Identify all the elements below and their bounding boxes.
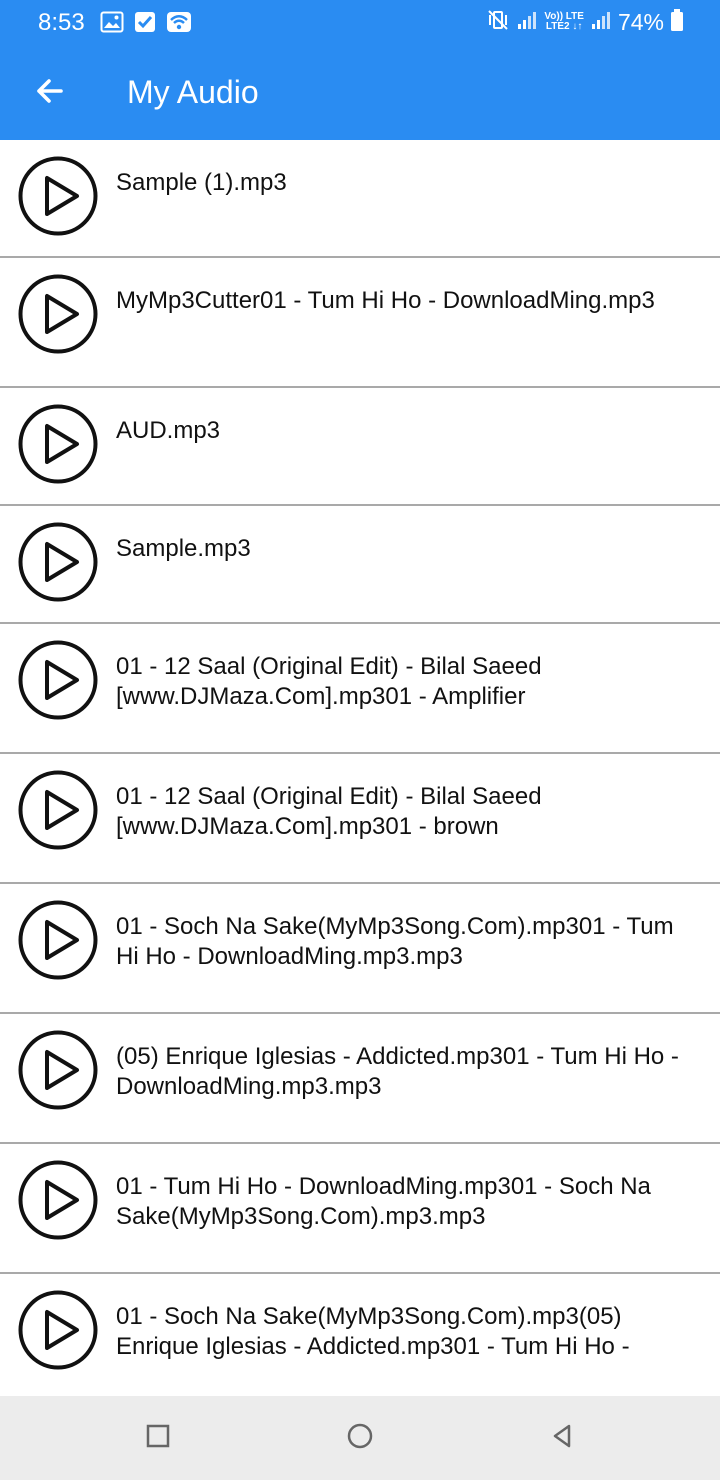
audio-list-item[interactable]: MyMp3Cutter01 - Tum Hi Ho - DownloadMing… (0, 258, 720, 388)
audio-list-item[interactable]: Sample.mp3 (0, 506, 720, 624)
mute-vibrate-icon (486, 8, 510, 37)
audio-file-name: Sample (1).mp3 (116, 169, 287, 196)
audio-list-item[interactable]: 01 - 12 Saal (Original Edit) - Bilal Sae… (0, 754, 720, 884)
app-bar: My Audio (0, 46, 720, 140)
audio-file-name: 01 - 12 Saal (Original Edit) - Bilal Sae… (116, 783, 542, 840)
audio-file-name: MyMp3Cutter01 - Tum Hi Ho - DownloadMing… (116, 287, 655, 314)
checkbox-icon (134, 11, 156, 38)
back-icon (549, 1423, 575, 1454)
play-icon[interactable] (18, 274, 98, 354)
network-label-bottom: LTE2 ↓↑ (545, 21, 583, 32)
audio-file-name: 01 - Tum Hi Ho - DownloadMing.mp301 - So… (116, 1173, 651, 1230)
play-icon[interactable] (18, 1030, 98, 1110)
signal-icon (516, 9, 538, 36)
arrow-left-icon (33, 75, 65, 112)
home-icon (346, 1422, 374, 1455)
audio-list-item[interactable]: 01 - 12 Saal (Original Edit) - Bilal Sae… (0, 624, 720, 754)
status-bar: 8:53 Vo)) LTE LTE2 ↓↑ 74% (0, 0, 720, 46)
play-icon[interactable] (18, 1160, 98, 1240)
wifi-icon (166, 11, 192, 38)
audio-file-name: (05) Enrique Iglesias - Addicted.mp301 -… (116, 1043, 679, 1100)
status-time: 8:53 (38, 9, 85, 36)
audio-file-name: 01 - 12 Saal (Original Edit) - Bilal Sae… (116, 653, 542, 710)
audio-list-item[interactable]: 01 - Soch Na Sake(MyMp3Song.Com).mp301 -… (0, 884, 720, 1014)
signal-icon (590, 9, 612, 36)
status-left-icons (100, 11, 192, 38)
play-icon[interactable] (18, 1290, 98, 1370)
page-title: My Audio (127, 74, 259, 110)
play-icon[interactable] (18, 404, 98, 484)
image-icon (100, 11, 124, 38)
status-right: Vo)) LTE LTE2 ↓↑ 74% (486, 7, 684, 37)
audio-file-name: 01 - Soch Na Sake(MyMp3Song.Com).mp3(05)… (116, 1303, 630, 1360)
audio-list-item[interactable]: 01 - Soch Na Sake(MyMp3Song.Com).mp3(05)… (0, 1274, 720, 1396)
play-icon[interactable] (18, 770, 98, 850)
play-icon[interactable] (18, 640, 98, 720)
back-nav-button[interactable] (544, 1420, 580, 1456)
network-type-label: Vo)) LTE LTE2 ↓↑ (544, 12, 584, 32)
battery-icon (670, 8, 684, 37)
play-icon[interactable] (18, 156, 98, 236)
audio-list-item[interactable]: AUD.mp3 (0, 388, 720, 506)
audio-list-item[interactable]: (05) Enrique Iglesias - Addicted.mp301 -… (0, 1014, 720, 1144)
audio-file-name: AUD.mp3 (116, 417, 221, 444)
audio-file-name: 01 - Soch Na Sake(MyMp3Song.Com).mp301 -… (116, 913, 674, 970)
system-nav-bar (0, 1396, 720, 1480)
recent-apps-icon (145, 1423, 171, 1454)
home-button[interactable] (342, 1420, 378, 1456)
play-icon[interactable] (18, 900, 98, 980)
battery-percentage: 74% (617, 9, 664, 35)
audio-list-item[interactable]: 01 - Tum Hi Ho - DownloadMing.mp301 - So… (0, 1144, 720, 1274)
audio-list-item[interactable]: Sample (1).mp3 (0, 140, 720, 258)
play-icon[interactable] (18, 522, 98, 602)
audio-file-name: Sample.mp3 (116, 535, 251, 562)
recent-apps-button[interactable] (140, 1420, 176, 1456)
back-button[interactable] (22, 66, 76, 120)
audio-list[interactable]: Sample (1).mp3 MyMp3Cutter01 - Tum Hi Ho… (0, 140, 720, 1396)
